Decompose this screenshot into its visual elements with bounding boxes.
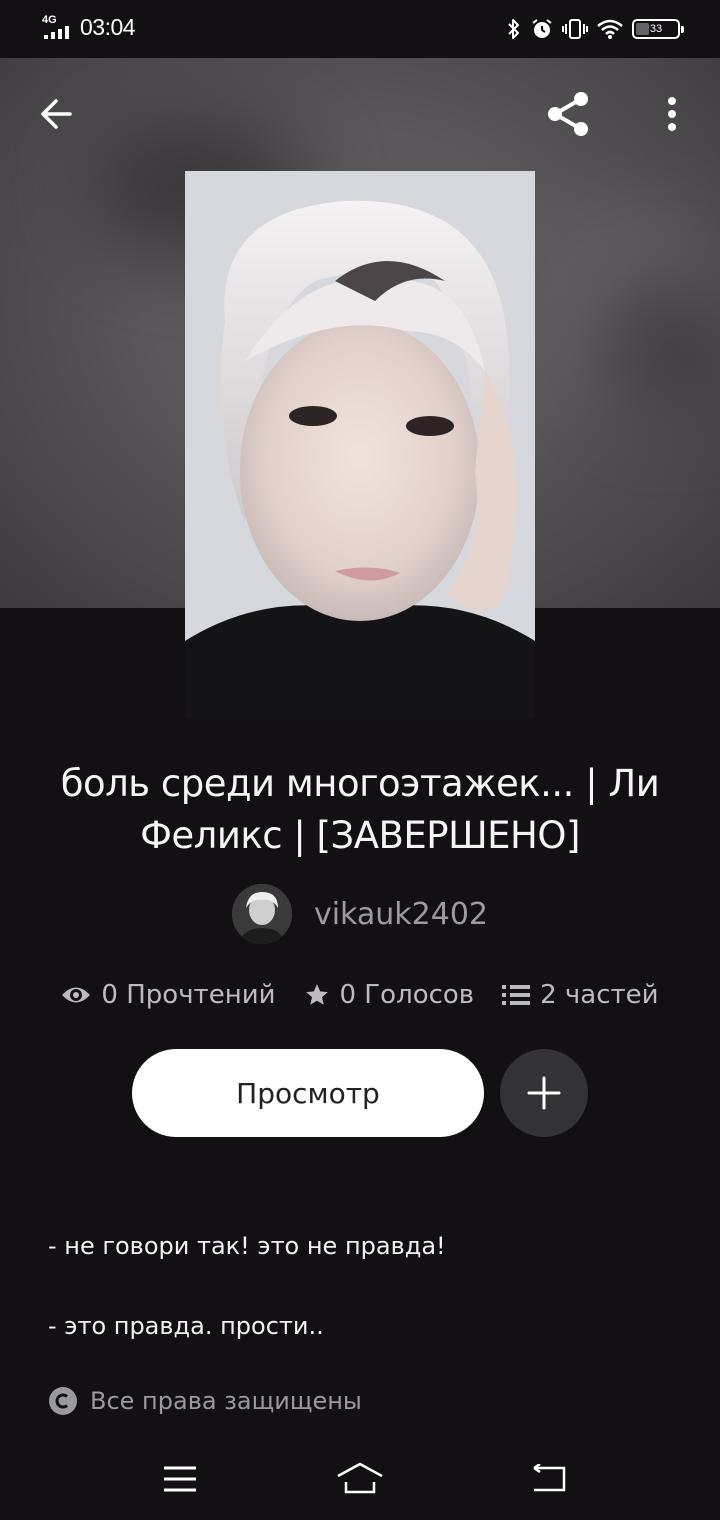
system-navigation-bar xyxy=(0,1440,720,1520)
parts-count: 2 частей xyxy=(540,980,659,1010)
signal-icon: 4G xyxy=(42,14,76,40)
copyright-row: Все права защищены xyxy=(48,1386,362,1416)
copyright-icon xyxy=(49,1387,77,1415)
description-line-2: - это правда. прости.. xyxy=(48,1312,324,1340)
reads-count: 0 Прочтений xyxy=(101,980,276,1010)
author-avatar[interactable] xyxy=(231,884,292,944)
more-vertical-icon xyxy=(668,97,676,131)
nav-menu-button[interactable] xyxy=(145,1454,215,1504)
parts-stat: 2 частей xyxy=(502,980,659,1010)
plus-icon xyxy=(527,1076,561,1110)
home-icon xyxy=(337,1462,383,1494)
bluetooth-icon xyxy=(508,19,519,39)
arrow-left-icon xyxy=(41,99,72,129)
star-icon xyxy=(305,984,328,1005)
battery-icon: 33 xyxy=(632,19,684,39)
status-icons: 33 xyxy=(506,16,684,42)
story-stats: 0 Прочтений 0 Голосов 2 частей xyxy=(0,980,720,1010)
battery-level: 33 xyxy=(649,23,663,35)
reads-stat: 0 Прочтений xyxy=(61,980,276,1010)
back-button[interactable] xyxy=(28,86,84,142)
nav-back-button[interactable] xyxy=(513,1454,583,1504)
story-title: боль среди многоэтажек... | Ли Феликс | … xyxy=(60,762,660,857)
read-button[interactable]: Просмотр xyxy=(132,1049,484,1137)
more-options-button[interactable] xyxy=(644,86,700,142)
vibrate-icon xyxy=(562,19,588,39)
status-bar: 4G 03:04 33 xyxy=(0,0,720,58)
status-time: 03:04 xyxy=(80,14,136,40)
votes-count: 0 Голосов xyxy=(339,980,475,1010)
back-icon xyxy=(533,1464,566,1492)
share-icon xyxy=(548,92,588,136)
author-name[interactable]: vikauk2402 xyxy=(314,897,488,932)
copyright-text: Все права защищены xyxy=(90,1387,362,1415)
votes-stat: 0 Голосов xyxy=(304,980,475,1010)
description-line-1: - не говори так! это не правда! xyxy=(48,1232,446,1260)
list-icon xyxy=(502,985,531,1005)
alarm-icon xyxy=(532,19,552,38)
story-cover-image[interactable] xyxy=(185,171,535,718)
nav-home-button[interactable] xyxy=(325,1454,395,1504)
menu-icon xyxy=(164,1466,196,1492)
wifi-icon xyxy=(597,19,623,39)
add-to-library-button[interactable] xyxy=(500,1049,588,1137)
author-row[interactable]: vikauk2402 xyxy=(0,884,720,944)
eye-icon xyxy=(62,987,91,1003)
share-button[interactable] xyxy=(540,86,596,142)
